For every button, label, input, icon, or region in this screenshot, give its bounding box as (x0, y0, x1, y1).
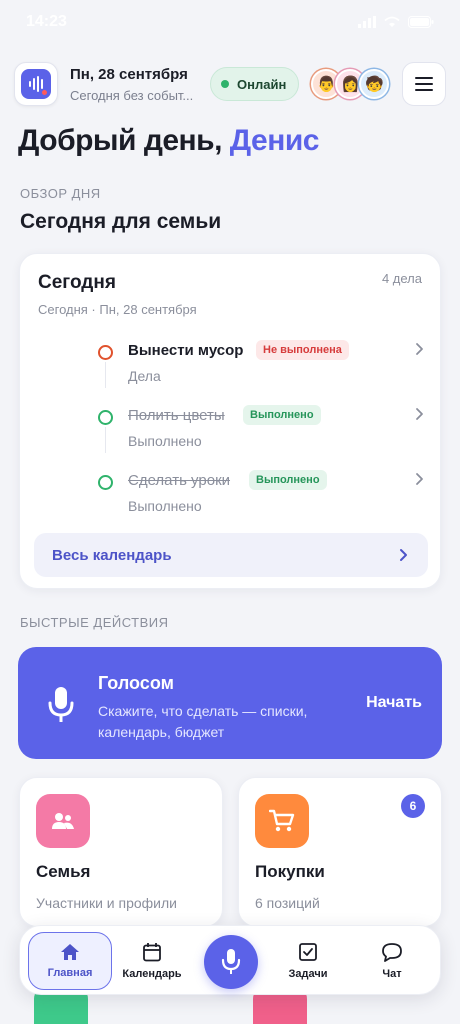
shopping-tile[interactable]: 6 Покупки 6 позиций (238, 777, 442, 927)
hamburger-icon (415, 77, 433, 79)
today-card-title: Сегодня (38, 272, 116, 293)
nav-calendar[interactable]: Календарь (110, 932, 194, 990)
nav-voice-button[interactable] (204, 935, 258, 989)
battery-icon (408, 16, 434, 28)
task-status-badge: Выполнено (243, 405, 321, 425)
quick-actions-section-label: БЫСТРЫЕ ДЕЙСТВИЯ (20, 615, 169, 630)
header-date: Пн, 28 сентября (70, 65, 188, 83)
task-item[interactable]: Вынести мусор Не выполнена Дела (98, 340, 426, 390)
nav-chat[interactable]: Чат (350, 932, 434, 990)
voice-start-button[interactable]: Начать (366, 694, 422, 712)
task-title: Вынести мусор (128, 342, 244, 359)
home-icon (61, 944, 79, 960)
task-status-dot (98, 345, 113, 360)
status-bar: 14:23 (0, 0, 460, 44)
calendar-icon (143, 943, 161, 962)
online-dot-icon (221, 80, 229, 88)
task-title: Сделать уроки (128, 472, 231, 489)
chevron-right-icon (416, 343, 423, 355)
family-avatars[interactable]: 👨 👩 🧒 (311, 69, 390, 99)
status-time: 14:23 (26, 13, 67, 30)
checkbox-icon (299, 943, 317, 961)
overview-section-title: Сегодня для семьи (20, 210, 222, 233)
tile-title: Семья (36, 862, 91, 881)
overview-section-label: ОБЗОР ДНЯ (20, 186, 101, 201)
today-card: Сегодня 4 дела Сегодня · Пн, 28 сентября… (19, 253, 441, 589)
chevron-right-icon (400, 549, 407, 561)
header: Пн, 28 сентября Сегодня без событ... Онл… (14, 60, 446, 108)
task-subtitle: Выполнено (128, 433, 202, 449)
nav-tasks[interactable]: Задачи (266, 932, 350, 990)
bottom-navigation: Главная Календарь Задачи Чат (19, 925, 441, 995)
header-subtitle: Сегодня без событ... (70, 87, 194, 103)
tile-subtitle: Участники и профили (36, 895, 177, 911)
greeting: Добрый день, Денис (18, 124, 319, 158)
nav-label: Календарь (122, 968, 182, 980)
task-status-dot (98, 410, 113, 425)
chevron-right-icon (416, 408, 423, 420)
tile-title: Покупки (255, 862, 325, 881)
task-item[interactable]: Сделать уроки Выполнено Выполнено (98, 470, 426, 520)
nav-label: Чат (382, 968, 402, 980)
voice-card-description: Скажите, что сделать — списки, календарь… (98, 703, 308, 740)
signal-icon (358, 16, 376, 28)
microphone-icon (48, 687, 74, 722)
people-icon (36, 794, 90, 848)
task-item[interactable]: Полить цветы Выполнено Выполнено (98, 405, 426, 455)
today-card-subtitle: Сегодня · Пн, 28 сентября (38, 302, 197, 317)
status-icons (358, 16, 434, 28)
task-subtitle: Дела (128, 368, 161, 384)
task-subtitle: Выполнено (128, 498, 202, 514)
header-text: Пн, 28 сентября Сегодня без событ... (70, 66, 200, 103)
wifi-icon (384, 16, 400, 27)
task-title: Полить цветы (128, 407, 225, 424)
chat-icon (382, 943, 402, 962)
online-status-badge[interactable]: Онлайн (210, 67, 300, 101)
chevron-right-icon (416, 473, 423, 485)
full-calendar-label: Весь календарь (52, 546, 172, 564)
nav-label: Задачи (288, 968, 328, 980)
voice-card-title: Голосом (98, 673, 174, 693)
online-label: Онлайн (237, 76, 287, 92)
greeting-prefix: Добрый день, (18, 124, 230, 157)
full-calendar-button[interactable]: Весь календарь (34, 533, 428, 577)
app-logo[interactable] (14, 62, 58, 106)
menu-button[interactable] (402, 62, 446, 106)
voice-wave-icon (21, 69, 51, 99)
cart-icon (255, 794, 309, 848)
microphone-icon (221, 949, 241, 974)
greeting-name: Денис (229, 124, 320, 157)
shopping-count-badge: 6 (401, 794, 425, 818)
nav-home[interactable]: Главная (28, 932, 112, 990)
family-tile[interactable]: Семья Участники и профили (19, 777, 223, 927)
task-status-badge: Выполнено (249, 470, 327, 490)
voice-action-card[interactable]: Голосом Скажите, что сделать — списки, к… (18, 647, 442, 759)
today-card-count: 4 дела (381, 271, 422, 286)
avatar[interactable]: 🧒 (359, 69, 390, 99)
task-status-badge: Не выполнена (256, 340, 349, 360)
nav-label: Главная (47, 967, 93, 979)
tile-subtitle: 6 позиций (255, 895, 320, 911)
task-status-dot (98, 475, 113, 490)
